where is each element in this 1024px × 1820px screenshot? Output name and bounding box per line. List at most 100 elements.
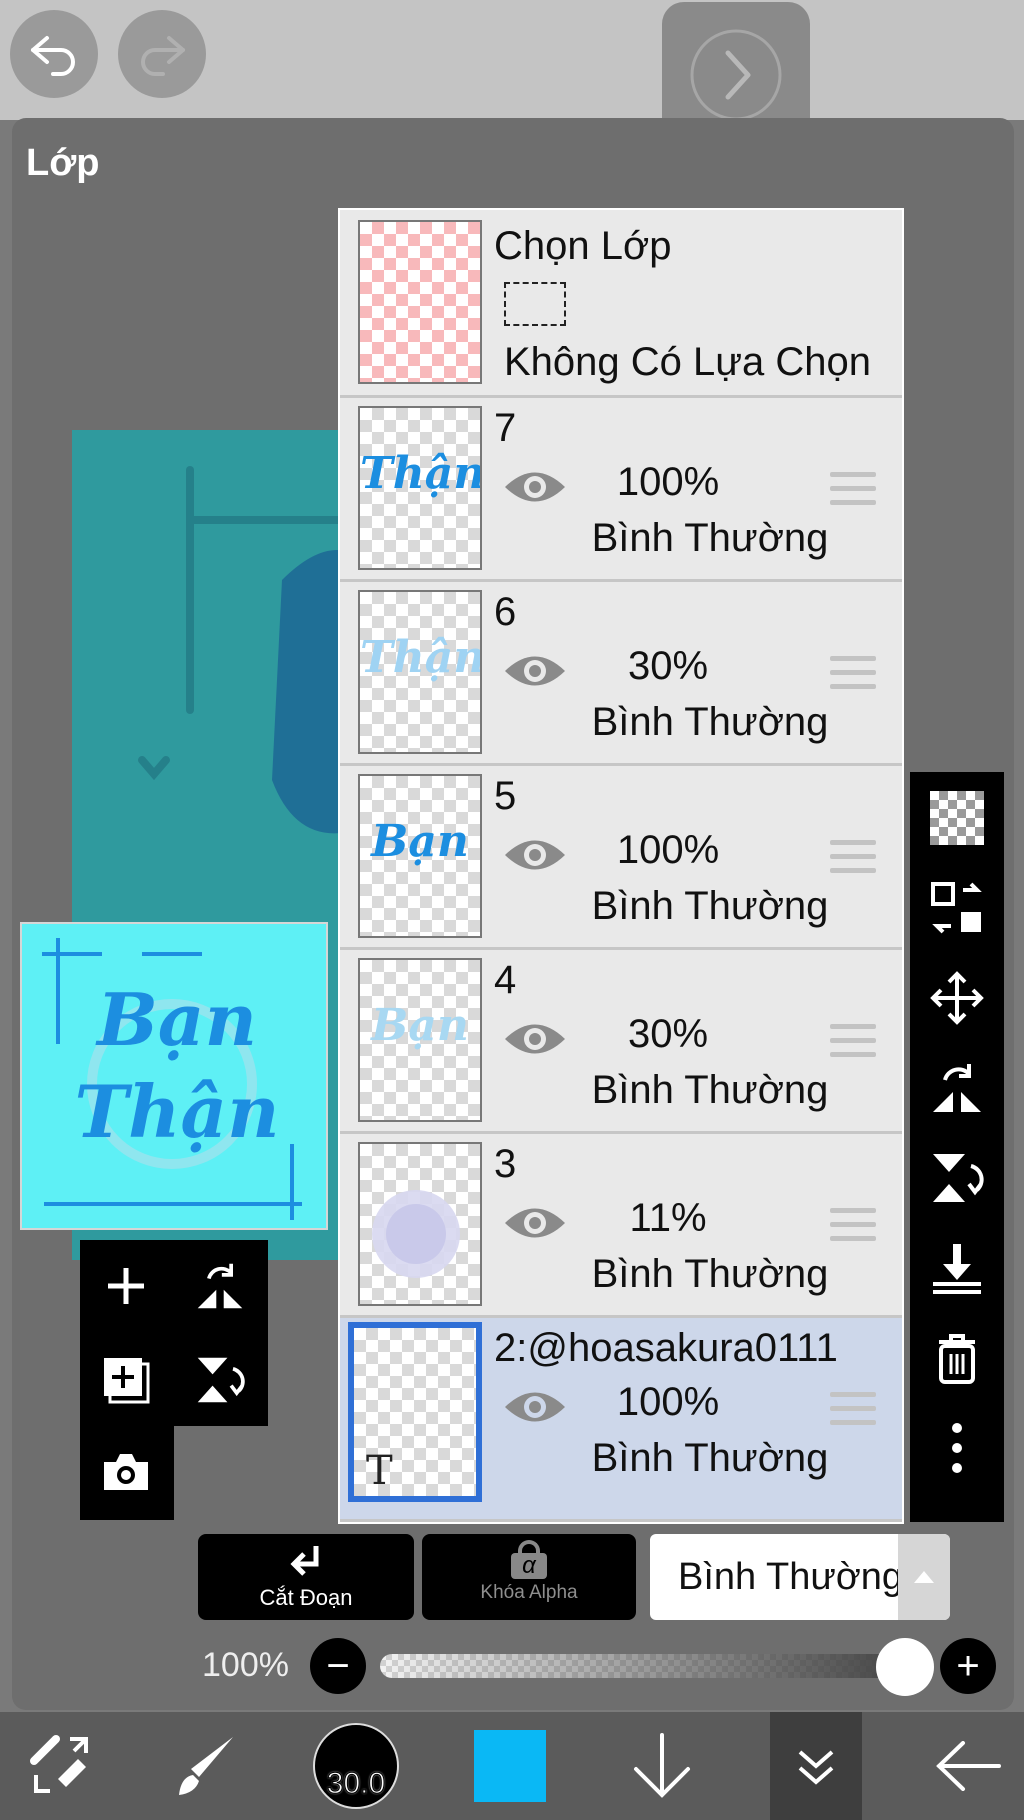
selection-marquee-icon — [504, 282, 566, 326]
drag-handle-icon[interactable] — [830, 1024, 876, 1066]
layer-blend-mode: Bình Thường — [591, 516, 829, 560]
eye-icon[interactable] — [502, 648, 568, 694]
move-icon — [930, 971, 984, 1025]
camera-icon — [104, 1454, 148, 1490]
lock-icon: α — [511, 1540, 547, 1579]
brush-size-indicator: 30.0 — [313, 1723, 399, 1809]
merge-down-button[interactable] — [927, 1238, 987, 1298]
trash-icon — [939, 1334, 975, 1384]
layer-name: 3 — [494, 1142, 517, 1186]
eye-icon[interactable] — [502, 464, 568, 510]
transform-tool-button[interactable] — [16, 1712, 106, 1820]
layer-opacity: 11% — [629, 1196, 707, 1240]
flip-vertical-icon — [197, 1357, 245, 1403]
brush-icon — [179, 1737, 233, 1795]
arrow-down-button[interactable] — [622, 1712, 702, 1820]
layer-opacity: 100% — [616, 1380, 720, 1424]
layer-row[interactable]: Thận 6 30% Bình Thường — [340, 582, 902, 766]
alpha-lock-button[interactable]: α Khóa Alpha — [422, 1534, 636, 1620]
layer-thumbnail: Bạn — [358, 958, 482, 1122]
undo-icon — [31, 36, 75, 76]
drag-handle-icon[interactable] — [830, 472, 876, 514]
layer-panel-icon — [798, 1750, 834, 1785]
transparency-icon — [930, 791, 984, 845]
brush-size-button[interactable]: 30.0 — [310, 1712, 402, 1820]
text-layer-icon: T — [366, 1448, 393, 1494]
flip-horizontal-button[interactable] — [927, 1058, 987, 1118]
add-special-layer-button[interactable] — [96, 1350, 156, 1410]
layer-name: 6 — [494, 590, 517, 634]
back-arrow-icon — [936, 1741, 1001, 1791]
layer-row[interactable]: Thận 7 100% Bình Thường — [340, 398, 902, 582]
layer-row-selected[interactable]: T 2:@hoasakura0111 100% Bình Thường — [340, 1318, 902, 1522]
delete-layer-button[interactable] — [927, 1328, 987, 1388]
selection-thumbnail — [358, 220, 482, 384]
color-swatch-button[interactable] — [470, 1712, 550, 1820]
layer-opacity: 100% — [616, 460, 720, 504]
more-button[interactable] — [927, 1418, 987, 1478]
blend-mode-dropdown-button[interactable] — [898, 1534, 950, 1620]
layer-blend-mode: Bình Thường — [591, 1252, 829, 1296]
opacity-slider-thumb[interactable] — [876, 1638, 934, 1696]
layer-row[interactable]: 3 11% Bình Thường — [340, 1134, 902, 1318]
alpha-lock-label: Khóa Alpha — [480, 1582, 578, 1603]
move-button[interactable] — [927, 968, 987, 1028]
redo-icon — [141, 36, 185, 76]
opacity-decrease-button[interactable]: − — [310, 1638, 366, 1694]
current-color-swatch — [474, 1730, 546, 1802]
layer-name: 4 — [494, 958, 517, 1002]
layer-opacity: 100% — [616, 828, 720, 872]
add-layer-button[interactable] — [96, 1256, 156, 1316]
flip-horizontal-small-button[interactable] — [190, 1256, 250, 1316]
plus-icon: + — [956, 1643, 980, 1688]
flip-vertical-button[interactable] — [927, 1148, 987, 1208]
arrow-down-icon — [634, 1733, 690, 1798]
redo-button[interactable] — [118, 10, 206, 98]
forward-icon — [690, 29, 782, 121]
brush-tool-button[interactable] — [166, 1712, 246, 1820]
undo-button[interactable] — [10, 10, 98, 98]
flip-vertical-small-button[interactable] — [190, 1350, 250, 1410]
drag-handle-icon[interactable] — [830, 1208, 876, 1250]
circle-thumbnail-art — [372, 1190, 460, 1278]
transparency-button[interactable] — [927, 788, 987, 848]
eye-icon[interactable] — [502, 1384, 568, 1430]
clip-button[interactable]: Cắt Đoạn — [198, 1534, 414, 1620]
eye-icon[interactable] — [502, 1200, 568, 1246]
preview-line1: Bạn — [97, 977, 257, 1062]
thumbnail-text: Thận — [360, 448, 482, 499]
opacity-increase-button[interactable]: + — [940, 1638, 996, 1694]
layer-thumbnail: Thận — [358, 590, 482, 754]
camera-button[interactable] — [96, 1442, 156, 1502]
selection-status: Không Có Lựa Chọn — [504, 340, 872, 384]
drag-handle-icon[interactable] — [830, 1392, 876, 1434]
back-button[interactable] — [928, 1712, 1008, 1820]
eye-icon[interactable] — [502, 832, 568, 878]
flip-horizontal-icon — [197, 1263, 243, 1309]
layer-add-tools — [80, 1240, 268, 1426]
blend-mode-select[interactable]: Bình Thường — [650, 1534, 950, 1620]
layer-opacity: 30% — [627, 644, 709, 688]
camera-tool — [80, 1426, 174, 1520]
merge-down-icon — [933, 1244, 981, 1294]
drag-handle-icon[interactable] — [830, 656, 876, 698]
transform-icon — [30, 1735, 88, 1793]
selection-layer-row[interactable]: Chọn Lớp Không Có Lựa Chọn — [340, 210, 902, 398]
thumbnail-text: Bạn — [371, 1000, 469, 1051]
layer-panel-button[interactable] — [770, 1712, 862, 1820]
add-layer-icon — [108, 1268, 144, 1304]
caret-up-icon — [914, 1571, 934, 1583]
eye-icon[interactable] — [502, 1016, 568, 1062]
opacity-slider[interactable] — [380, 1654, 906, 1678]
selection-title: Chọn Lớp — [494, 224, 672, 268]
layer-transfer-button[interactable] — [927, 878, 987, 938]
layer-transfer-icon — [931, 882, 982, 934]
drag-handle-icon[interactable] — [830, 840, 876, 882]
layer-blend-mode: Bình Thường — [591, 1068, 829, 1112]
preview-line2: Thận — [74, 1069, 280, 1154]
layer-row[interactable]: Bạn 4 30% Bình Thường — [340, 950, 902, 1134]
layer-thumbnail: Thận — [358, 406, 482, 570]
thumbnail-text: Thận — [360, 632, 482, 683]
canvas-preview[interactable]: Bạn Thận — [20, 922, 328, 1230]
layer-row[interactable]: Bạn 5 100% Bình Thường — [340, 766, 902, 950]
